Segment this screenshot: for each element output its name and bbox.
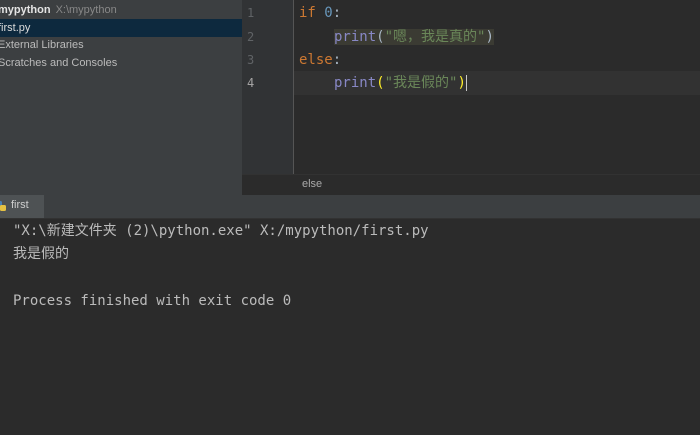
number-token: 0 (324, 5, 333, 21)
paren-token: ( (376, 29, 385, 45)
project-root-name: mypython (0, 4, 51, 16)
code-editor[interactable]: 1 2 3 4 if 0: print("嗯，我是真的") else: prin… (242, 0, 700, 195)
matched-paren-token: ( (376, 75, 385, 91)
console-line-exit-status: Process finished with exit code 0 (13, 293, 292, 309)
code-line-3[interactable]: else: (299, 49, 341, 72)
keyword-token: if (299, 5, 316, 21)
run-tab-label: first (11, 199, 29, 211)
colon-token: : (332, 5, 342, 21)
code-line-2[interactable]: print("嗯，我是真的") (334, 26, 494, 49)
tree-item-scratches-and-consoles[interactable]: Scratches and Consoles (0, 54, 242, 72)
paren-token: ) (485, 29, 494, 45)
line-number: 1 (247, 6, 255, 20)
editor-breadcrumb-bar: else (242, 174, 700, 195)
python-icon (0, 201, 6, 211)
builtin-token: print (334, 29, 377, 45)
run-tool-window-header: first (0, 195, 700, 219)
tree-item-label: Scratches and Consoles (0, 57, 118, 69)
builtin-token: print (334, 75, 377, 91)
project-tree-panel: mypython X:\mypython first.py External Li… (0, 0, 242, 195)
matched-paren-token: ) (457, 75, 467, 91)
gutter-divider (293, 0, 294, 174)
line-number-current: 4 (247, 76, 255, 90)
tree-item-label: first.py (0, 22, 31, 34)
tree-item-project-root[interactable]: mypython X:\mypython (0, 1, 242, 19)
line-number: 2 (247, 30, 255, 44)
colon-token: : (332, 52, 342, 68)
line-number: 3 (247, 53, 255, 67)
line-number-gutter[interactable]: 1 2 3 4 (242, 0, 293, 174)
keyword-token: else (299, 52, 333, 68)
tree-item-first-py[interactable]: first.py (0, 19, 242, 37)
string-token: "嗯，我是真的" (384, 29, 486, 45)
string-token: "我是假的" (384, 75, 458, 91)
run-tab-first[interactable]: first (0, 195, 44, 218)
code-line-1[interactable]: if 0: (299, 2, 341, 25)
tree-item-external-libraries[interactable]: External Libraries (0, 36, 242, 54)
console-line-command: "X:\新建文件夹 (2)\python.exe" X:/mypython/fi… (13, 223, 429, 239)
tree-item-label: External Libraries (0, 39, 84, 51)
console-line-output: 我是假的 (13, 246, 69, 262)
run-console[interactable]: "X:\新建文件夹 (2)\python.exe" X:/mypython/fi… (0, 219, 700, 435)
code-line-4[interactable]: print("我是假的") (334, 72, 467, 95)
breadcrumb[interactable]: else (302, 178, 322, 190)
project-root-path: X:\mypython (55, 4, 117, 16)
